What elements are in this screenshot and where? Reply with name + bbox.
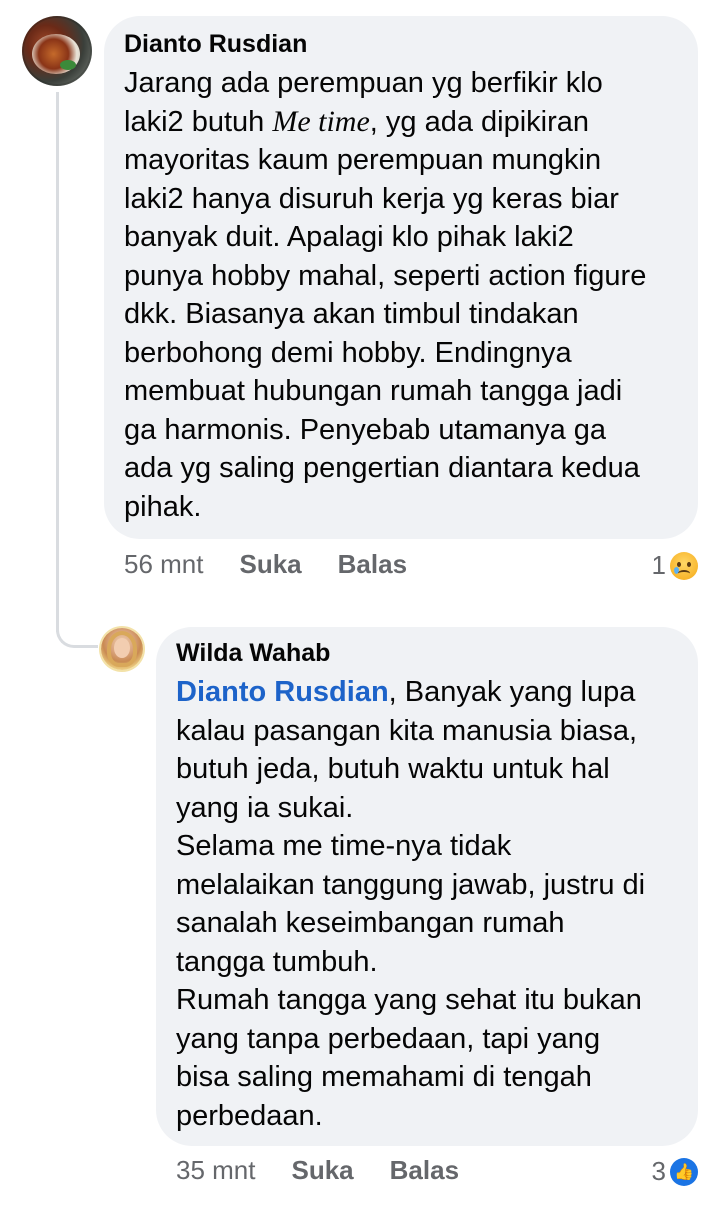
comment-line: punya hobby mahal, seperti action figure — [124, 259, 647, 292]
comment-line-part: laki2 butuh — [124, 105, 273, 138]
comment-line: tangga tumbuh. — [176, 945, 378, 978]
comment-line: yang tanpa perbedaan, tapi yang — [176, 1022, 601, 1055]
comment-author[interactable]: Dianto Rusdian — [124, 30, 678, 58]
comment-line: banyak duit. Apalagi klo pihak laki2 — [124, 221, 574, 253]
comment-line: bisa saling memahami di tengah — [176, 1061, 592, 1093]
comment-line-part: , Banyak yang lupa — [388, 676, 636, 708]
comment-line: melalaikan tanggung jawab, justru di — [176, 868, 646, 901]
comment-line: mayoritas kaum perempuan mungkin — [124, 144, 602, 176]
thread-connector-line — [56, 92, 59, 632]
comment-line: Jarang ada perempuan yg berfikir klo — [124, 67, 603, 99]
comment-meta: 56 mnt Suka Balas — [124, 549, 443, 580]
comment-line: laki2 butuh Me time, yg ada dipikiran — [124, 103, 678, 142]
comment-line: laki2 hanya disuruh kerja yg keras biar — [124, 182, 619, 215]
comment-line: dkk. Biasanya akan timbul tindakan — [124, 298, 579, 330]
comment-line: pihak. — [124, 490, 202, 523]
like-icon: 👍 — [670, 1157, 698, 1186]
comment-line: sanalah keseimbangan rumah — [176, 907, 565, 939]
comment-italic-text: Me time — [272, 104, 370, 138]
comment-timestamp[interactable]: 35 mnt — [176, 1155, 256, 1186]
comment-bubble: Dianto Rusdian Jarang ada perempuan yg b… — [104, 16, 698, 539]
avatar-face — [114, 638, 130, 658]
comment-line: ga harmonis. Penyebab utamanya ga — [124, 413, 607, 446]
reaction-summary[interactable]: 1 — [652, 550, 698, 581]
comment-line: Dianto Rusdian, Banyak yang lupa — [176, 673, 678, 712]
comment-meta: 35 mnt Suka Balas — [176, 1155, 495, 1186]
reply-bubble: Wilda Wahab Dianto Rusdian, Banyak yang … — [156, 627, 698, 1146]
tear-icon — [674, 566, 679, 574]
comment-timestamp[interactable]: 56 mnt — [124, 549, 204, 580]
reply-button[interactable]: Balas — [390, 1155, 459, 1186]
comment-line: Rumah tangga yang sehat itu bukan — [176, 984, 642, 1016]
avatar[interactable] — [101, 628, 143, 670]
comment-line: ada yg saling pengertian diantara kedua — [124, 452, 640, 484]
comment-line: kalau pasangan kita manusia biasa, — [176, 714, 638, 747]
comment-line: berbohong demi hobby. Endingnya — [124, 336, 572, 369]
like-button[interactable]: Suka — [240, 549, 302, 580]
like-button[interactable]: Suka — [292, 1155, 354, 1186]
comment-line: butuh jeda, butuh waktu untuk hal — [176, 753, 610, 785]
thread-connector-curve — [56, 600, 98, 648]
reaction-count: 3 — [651, 1156, 666, 1186]
reaction-count: 1 — [651, 550, 666, 580]
avatar-food-garnish — [60, 60, 76, 70]
comment-line: perbedaan. — [176, 1099, 323, 1132]
reaction-summary[interactable]: 3 👍 — [652, 1156, 698, 1187]
comment-line: membuat hubungan rumah tangga jadi — [124, 375, 623, 407]
comment-line: Selama me time-nya tidak — [176, 830, 512, 862]
comment-text: Dianto Rusdian, Banyak yang lupa kalau p… — [176, 673, 678, 1135]
comment-line: yang ia sukai. — [176, 791, 354, 824]
comment-author[interactable]: Wilda Wahab — [176, 639, 678, 667]
comment-text: Jarang ada perempuan yg berfikir klo lak… — [124, 64, 678, 526]
reply-button[interactable]: Balas — [338, 549, 407, 580]
comment-line-part: , yg ada dipikiran — [369, 105, 590, 138]
sad-face-icon — [670, 551, 698, 580]
mention-link[interactable]: Dianto Rusdian — [176, 676, 389, 708]
avatar[interactable] — [22, 16, 92, 86]
